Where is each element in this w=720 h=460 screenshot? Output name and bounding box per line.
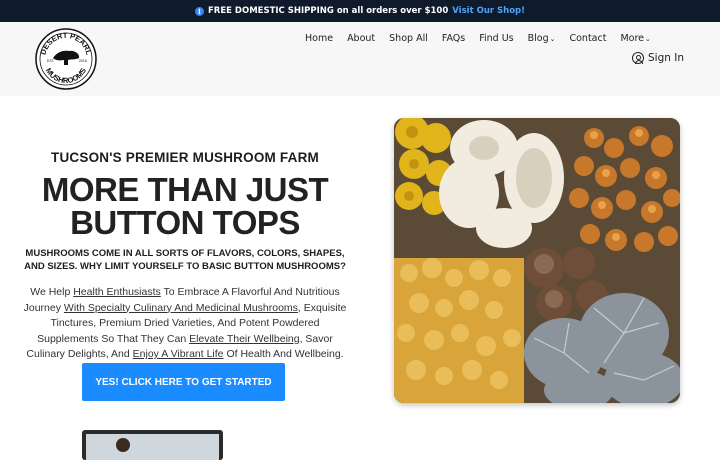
nav-faqs[interactable]: FAQs: [442, 33, 465, 44]
nav-contact[interactable]: Contact: [569, 33, 606, 44]
link-specialty-mushrooms[interactable]: With Specialty Culinary And Medicinal Mu…: [64, 302, 298, 314]
user-icon: [632, 52, 644, 64]
hero-body: We Help Health Enthusiasts To Embrace A …: [23, 286, 347, 360]
hero-subhead: MUSHROOMS COME IN ALL SORTS OF FLAVORS, …: [24, 248, 346, 272]
nav-home[interactable]: Home: [305, 33, 333, 44]
main-nav: Home About Shop All FAQs Find Us Blog ⌄ C…: [305, 33, 665, 44]
hero-headline: MORE THAN JUST BUTTON TOPS: [41, 171, 329, 241]
chevron-down-icon: ⌄: [645, 34, 651, 43]
video-frame: [86, 434, 219, 460]
shop-link[interactable]: Visit Our Shop!: [452, 6, 525, 16]
video-thumbnail[interactable]: [82, 430, 223, 460]
nav-blog[interactable]: Blog ⌄: [528, 33, 556, 44]
hero-text: TUCSON'S PREMIER MUSHROOM FARM MORE THAN…: [20, 150, 350, 363]
info-icon: i: [195, 6, 204, 16]
link-elevate-wellbeing[interactable]: Elevate Their Wellbeing: [189, 333, 300, 345]
link-health-enthusiasts[interactable]: Health Enthusiasts: [73, 286, 161, 298]
announcement-text: FREE DOMESTIC SHIPPING on all orders ove…: [208, 6, 449, 16]
hero-eyebrow: TUCSON'S PREMIER MUSHROOM FARM: [51, 150, 319, 165]
nav-find-us[interactable]: Find Us: [479, 33, 513, 44]
nav-about[interactable]: About: [347, 33, 375, 44]
site-header: DESERT PEARL MUSHROOMS EST. 2018 Home Ab…: [0, 22, 720, 96]
brand-logo[interactable]: DESERT PEARL MUSHROOMS EST. 2018: [35, 28, 97, 90]
get-started-button[interactable]: YES! CLICK HERE TO GET STARTED: [82, 363, 285, 401]
chevron-down-icon: ⌄: [549, 34, 556, 43]
sign-in-label: Sign In: [648, 52, 684, 64]
sign-in-button[interactable]: Sign In: [632, 52, 684, 64]
mushroom-hero-image: [394, 118, 680, 403]
announcement-bar: i FREE DOMESTIC SHIPPING on all orders o…: [0, 0, 720, 22]
link-vibrant-life[interactable]: Enjoy A Vibrant Life: [133, 348, 224, 360]
nav-more[interactable]: More ⌄: [620, 33, 650, 44]
logo-year: 2018: [79, 59, 87, 63]
logo-est: EST.: [47, 59, 55, 63]
nav-shop-all[interactable]: Shop All: [389, 33, 428, 44]
